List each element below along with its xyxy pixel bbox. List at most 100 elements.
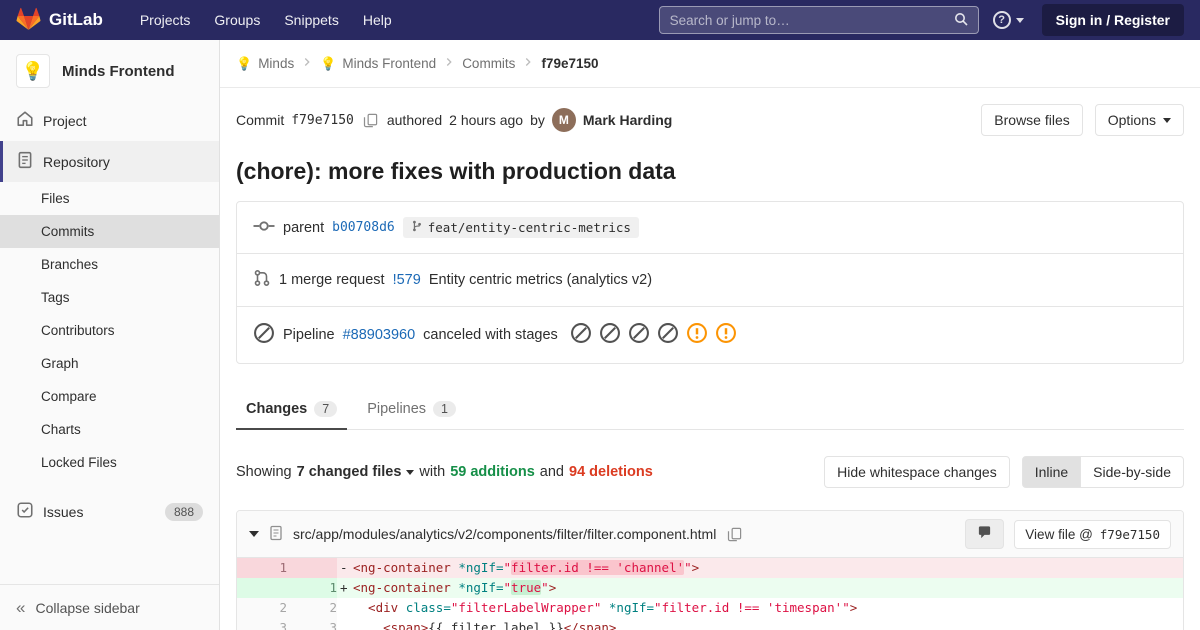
new-line-number[interactable]: 1 <box>287 578 337 598</box>
global-search <box>658 6 979 34</box>
pipeline-id-link[interactable]: #88903960 <box>343 327 416 343</box>
chevron-right-icon <box>521 55 535 72</box>
parent-label: parent <box>283 219 325 236</box>
diff-code-line: - <ng-container *ngIf="filter.id !== 'cha… <box>337 558 1183 578</box>
author-name[interactable]: Mark Harding <box>583 112 672 128</box>
question-circle-icon: ? <box>992 11 1011 29</box>
stage-canceled-icon[interactable] <box>570 322 592 348</box>
primary-nav: Projects Groups Snippets Help <box>129 6 403 34</box>
tab-pipelines[interactable]: Pipelines 1 <box>357 390 466 430</box>
search-input[interactable] <box>669 12 954 28</box>
sidebar-item-charts[interactable]: Charts <box>0 413 219 446</box>
view-file-sha: f79e7150 <box>1099 526 1160 542</box>
diff-code-line: + <ng-container *ngIf="true"> <box>337 578 1183 598</box>
file-path[interactable]: src/app/modules/analytics/v2/components/… <box>293 526 716 542</box>
chevron-down-icon <box>406 469 415 475</box>
sidebar-item-label: Issues <box>43 503 84 520</box>
nav-snippets[interactable]: Snippets <box>273 6 349 34</box>
old-line-number[interactable] <box>237 578 287 598</box>
copy-path-button[interactable] <box>725 525 744 544</box>
breadcrumb-sha: f79e7150 <box>541 56 599 71</box>
branch-icon <box>411 220 423 235</box>
changed-files-dropdown[interactable]: 7 changed files <box>297 464 415 480</box>
stage-canceled-icon[interactable] <box>599 322 621 348</box>
chevron-down-icon <box>1163 117 1171 123</box>
browse-files-button[interactable]: Browse files <box>981 104 1083 136</box>
sidebar-item-contributors[interactable]: Contributors <box>0 314 219 347</box>
group-avatar-icon: 💡 <box>236 56 253 71</box>
collapse-diff-icon[interactable] <box>249 531 259 537</box>
copy-sha-button[interactable] <box>361 111 380 130</box>
commit-tabs: Changes 7 Pipelines 1 <box>236 390 1184 430</box>
diff-row: 1 - <ng-container *ngIf="filter.id !== 'c… <box>237 558 1183 578</box>
help-dropdown[interactable]: ? <box>992 11 1024 29</box>
repository-submenu: Files Commits Branches Tags Contributors… <box>0 182 219 479</box>
new-line-number[interactable] <box>287 558 337 578</box>
project-sidebar: 💡 Minds Frontend Project Repository File… <box>0 40 220 630</box>
branch-ref-badge[interactable]: feat/entity-centric-metrics <box>402 217 639 238</box>
sidebar-project-header[interactable]: 💡 Minds Frontend <box>0 40 219 100</box>
gitlab-logo[interactable]: GitLab <box>16 7 103 34</box>
chevron-down-icon <box>1015 17 1024 23</box>
sidebar-item-issues[interactable]: Issues 888 <box>0 491 219 532</box>
diff-row: 1 + <ng-container *ngIf="true"> <box>237 578 1183 598</box>
merge-request-row: 1 merge request !579 Entity centric metr… <box>237 253 1183 306</box>
sidebar-item-project[interactable]: Project <box>0 100 219 141</box>
options-dropdown-button[interactable]: Options <box>1094 104 1184 136</box>
hide-whitespace-button[interactable]: Hide whitespace changes <box>824 456 1010 488</box>
stage-warning-icon[interactable] <box>686 322 708 348</box>
options-label: Options <box>1107 112 1156 128</box>
sidebar-item-repository[interactable]: Repository <box>0 141 219 182</box>
sidebar-item-branches[interactable]: Branches <box>0 248 219 281</box>
stage-canceled-icon[interactable] <box>657 322 679 348</box>
sidebar-item-label: Repository <box>43 153 110 170</box>
pipeline-stages <box>570 322 737 348</box>
mr-ref-link[interactable]: !579 <box>393 272 421 288</box>
sidebar-item-label: Project <box>43 112 87 129</box>
old-line-number[interactable]: 3 <box>237 618 287 630</box>
parent-sha-link[interactable]: b00708d6 <box>332 220 395 235</box>
breadcrumb-commits[interactable]: Commits <box>462 56 515 71</box>
sidebar-item-commits[interactable]: Commits <box>0 215 219 248</box>
stage-canceled-icon[interactable] <box>628 322 650 348</box>
mr-title: Entity centric metrics (analytics v2) <box>428 272 653 288</box>
view-file-button[interactable]: View file @ f79e7150 <box>1014 519 1171 549</box>
sign-in-register-button[interactable]: Sign in / Register <box>1041 4 1184 36</box>
issues-count-badge: 888 <box>164 502 203 521</box>
by-label: by <box>530 112 545 128</box>
main-content: 💡 Minds 💡 Minds Frontend Commits f79e715… <box>220 40 1200 630</box>
sidebar-item-tags[interactable]: Tags <box>0 281 219 314</box>
double-chevron-left-icon: « <box>16 598 26 617</box>
sidebar-item-files[interactable]: Files <box>0 182 219 215</box>
pipelines-count-badge: 1 <box>433 401 456 417</box>
tab-changes[interactable]: Changes 7 <box>236 390 348 430</box>
project-avatar-icon: 💡 <box>320 56 337 71</box>
nav-projects[interactable]: Projects <box>129 6 202 34</box>
side-by-side-view-button[interactable]: Side-by-side <box>1080 456 1184 488</box>
nav-help[interactable]: Help <box>352 6 403 34</box>
breadcrumb-group[interactable]: Minds <box>258 56 294 71</box>
pipeline-canceled-icon <box>253 322 275 348</box>
breadcrumb-project[interactable]: Minds Frontend <box>342 56 436 71</box>
collapse-sidebar-button[interactable]: « Collapse sidebar <box>0 584 219 630</box>
pipeline-label: Pipeline <box>283 327 335 343</box>
new-line-number[interactable]: 3 <box>287 618 337 630</box>
sidebar-item-compare[interactable]: Compare <box>0 380 219 413</box>
branch-name: feat/entity-centric-metrics <box>427 220 631 235</box>
collapse-sidebar-label: Collapse sidebar <box>35 599 140 616</box>
sidebar-item-locked-files[interactable]: Locked Files <box>0 446 219 479</box>
old-line-number[interactable]: 1 <box>237 558 287 578</box>
sidebar-item-graph[interactable]: Graph <box>0 347 219 380</box>
diff-summary: Showing 7 changed files with 59 addition… <box>236 456 1184 488</box>
search-icon[interactable] <box>954 12 968 29</box>
commit-time: 2 hours ago <box>449 112 524 128</box>
new-line-number[interactable]: 2 <box>287 598 337 618</box>
stage-warning-icon[interactable] <box>715 322 737 348</box>
toggle-comments-button[interactable] <box>965 519 1005 549</box>
tab-pipelines-label: Pipelines <box>367 401 427 417</box>
inline-view-button[interactable]: Inline <box>1021 456 1082 488</box>
changes-count-badge: 7 <box>314 401 338 417</box>
old-line-number[interactable]: 2 <box>237 598 287 618</box>
diff-code-line: <span>{{ filter.label }}</span> <box>353 620 617 630</box>
nav-groups[interactable]: Groups <box>203 6 271 34</box>
